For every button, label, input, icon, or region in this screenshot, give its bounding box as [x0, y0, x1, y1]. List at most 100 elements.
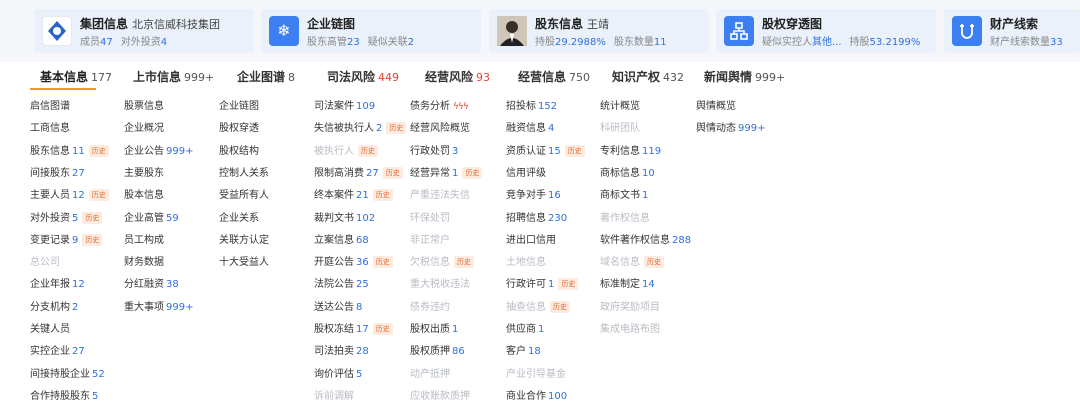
list-item[interactable]: 司法拍卖 28	[314, 341, 369, 363]
list-item[interactable]: 舆情概览	[696, 96, 736, 118]
list-item[interactable]: 标准制定 14	[600, 274, 655, 296]
list-item[interactable]: 商标信息 10	[600, 163, 655, 185]
list-item[interactable]: 统计概览	[600, 96, 640, 118]
history-badge[interactable]: 历史	[372, 256, 393, 269]
history-badge[interactable]: 历史	[88, 144, 109, 157]
list-item[interactable]: 股权穿透	[219, 118, 259, 140]
card-enterprise-chain[interactable]: ❄ 企业链图 股东高管23 疑似关联2	[261, 9, 481, 53]
list-item[interactable]: 供应商 1	[506, 319, 544, 341]
history-badge[interactable]: 历史	[550, 300, 570, 313]
history-badge[interactable]: 历史	[386, 122, 407, 135]
tab-basic-info[interactable]: 基本信息 177	[40, 68, 112, 85]
list-item[interactable]: 送达公告 8	[314, 297, 362, 319]
list-item[interactable]: 员工构成	[124, 230, 164, 252]
list-item[interactable]: 融资信息 4	[506, 118, 554, 140]
card-property-clues[interactable]: 财产线索 财产线索数量33	[944, 9, 1080, 53]
list-item[interactable]: 经营异常 1 历史	[410, 163, 483, 185]
list-item[interactable]: 工商信息	[30, 118, 70, 140]
list-item[interactable]: 间接股东 27	[30, 163, 85, 185]
history-badge[interactable]: 历史	[358, 144, 378, 157]
list-item[interactable]: 资质认证 15 历史	[506, 141, 585, 163]
list-item[interactable]: 对外投资 5 历史	[30, 208, 103, 230]
tab-listing-info[interactable]: 上市信息 999+	[133, 68, 214, 85]
history-badge[interactable]: 历史	[564, 144, 585, 157]
history-badge[interactable]: 历史	[82, 211, 103, 224]
list-item[interactable]: 股东信息 11 历史	[30, 141, 109, 163]
tab-business-info[interactable]: 经营信息 750	[518, 68, 590, 85]
list-item[interactable]: 裁判文书 102	[314, 208, 375, 230]
list-item[interactable]: 间接持股企业 52	[30, 364, 105, 386]
list-item[interactable]: 竞争对手 16	[506, 185, 561, 207]
list-item[interactable]: 企业公告 999+	[124, 141, 193, 163]
list-item[interactable]: 变更记录 9 历史	[30, 230, 103, 252]
history-badge[interactable]: 历史	[644, 256, 664, 269]
list-item[interactable]: 企业概况	[124, 118, 164, 140]
list-item[interactable]: 司法案件 109	[314, 96, 375, 118]
history-badge[interactable]: 历史	[372, 323, 393, 335]
card-group-info[interactable]: 集团信息 北京信威科技集团 成员47 对外投资4	[34, 9, 254, 53]
list-item[interactable]: 股权冻结 17 历史	[314, 319, 393, 341]
list-item[interactable]: 债务分析 ϟϟϟ	[410, 96, 469, 118]
list-item[interactable]: 主要股东	[124, 163, 164, 185]
history-badge[interactable]: 历史	[558, 278, 579, 291]
history-badge[interactable]: 历史	[82, 233, 103, 246]
list-item[interactable]: 控制人关系	[219, 163, 269, 185]
list-item[interactable]: 股权质押 86	[410, 341, 465, 363]
tab-enterprise-graph[interactable]: 企业图谱 8	[237, 68, 295, 85]
list-item[interactable]: 经营风险概览	[410, 118, 470, 140]
list-item[interactable]: 十大受益人	[219, 252, 269, 274]
list-item[interactable]: 法院公告 25	[314, 274, 369, 296]
card-equity-penetration[interactable]: 股权穿透图 疑似实控人其他... 持股53.2199%	[716, 9, 936, 53]
list-item[interactable]: 软件著作权信息 288	[600, 230, 691, 252]
list-item[interactable]: 进出口信用	[506, 230, 556, 252]
list-item[interactable]: 信用评级	[506, 163, 546, 185]
list-item[interactable]: 商标文书 1	[600, 185, 648, 207]
list-item[interactable]: 专利信息 119	[600, 141, 661, 163]
list-item[interactable]: 招投标 152	[506, 96, 557, 118]
tab-business-risk[interactable]: 经营风险 93	[425, 68, 490, 85]
list-item[interactable]: 商业合作 100	[506, 386, 567, 408]
item-count: 36	[356, 257, 369, 269]
list-item[interactable]: 招聘信息 230	[506, 208, 567, 230]
list-item[interactable]: 企业关系	[219, 208, 259, 230]
history-badge[interactable]: 历史	[382, 166, 403, 179]
history-badge[interactable]: 历史	[372, 189, 393, 202]
history-badge[interactable]: 历史	[88, 189, 109, 202]
list-item[interactable]: 舆情动态 999+	[696, 118, 765, 140]
list-item[interactable]: 失信被执行人 2 历史	[314, 118, 407, 140]
list-item[interactable]: 启信图谱	[30, 96, 70, 118]
list-item[interactable]: 立案信息 68	[314, 230, 369, 252]
list-item[interactable]: 受益所有人	[219, 185, 269, 207]
list-item[interactable]: 财务数据	[124, 252, 164, 274]
list-item[interactable]: 股本信息	[124, 185, 164, 207]
list-item[interactable]: 企业高管 59	[124, 208, 179, 230]
list-item[interactable]: 主要人员 12 历史	[30, 185, 109, 207]
card-shareholder-info[interactable]: 股东信息 王靖 持股29.2988% 股东数量11	[489, 9, 709, 53]
tab-news-sentiment[interactable]: 新闻舆情 999+	[704, 68, 785, 85]
list-item[interactable]: 股权结构	[219, 141, 259, 163]
list-item[interactable]: 行政处罚 3	[410, 141, 458, 163]
tab-intellectual-property[interactable]: 知识产权 432	[612, 68, 684, 85]
history-badge[interactable]: 历史	[462, 166, 483, 179]
list-item[interactable]: 分红融资 38	[124, 274, 179, 296]
list-item[interactable]: 限制高消费 27 历史	[314, 163, 403, 185]
tab-judicial-risk[interactable]: 司法风险 449	[327, 68, 399, 85]
list-item[interactable]: 合作持股股东 5	[30, 386, 98, 408]
list-item[interactable]: 股票信息	[124, 96, 164, 118]
list-item[interactable]: 客户 18	[506, 341, 541, 363]
list-item[interactable]: 关键人员	[30, 319, 70, 341]
list-item[interactable]: 企业年报 12	[30, 274, 85, 296]
list-item[interactable]: 股权出质 1	[410, 319, 458, 341]
list-item[interactable]: 关联方认定	[219, 230, 269, 252]
list-item[interactable]: 重大事项 999+	[124, 297, 193, 319]
list-item[interactable]: 企业链图	[219, 96, 259, 118]
item-label: 重大事项	[124, 301, 164, 313]
controller-value[interactable]: 其他...	[812, 37, 842, 48]
list-item[interactable]: 开庭公告 36 历史	[314, 252, 393, 274]
history-badge[interactable]: 历史	[454, 256, 474, 269]
list-item[interactable]: 行政许可 1 历史	[506, 274, 579, 296]
list-item[interactable]: 分支机构 2	[30, 297, 78, 319]
list-item[interactable]: 终本案件 21 历史	[314, 185, 393, 207]
list-item[interactable]: 询价评估 5	[314, 364, 362, 386]
list-item[interactable]: 实控企业 27	[30, 341, 85, 363]
